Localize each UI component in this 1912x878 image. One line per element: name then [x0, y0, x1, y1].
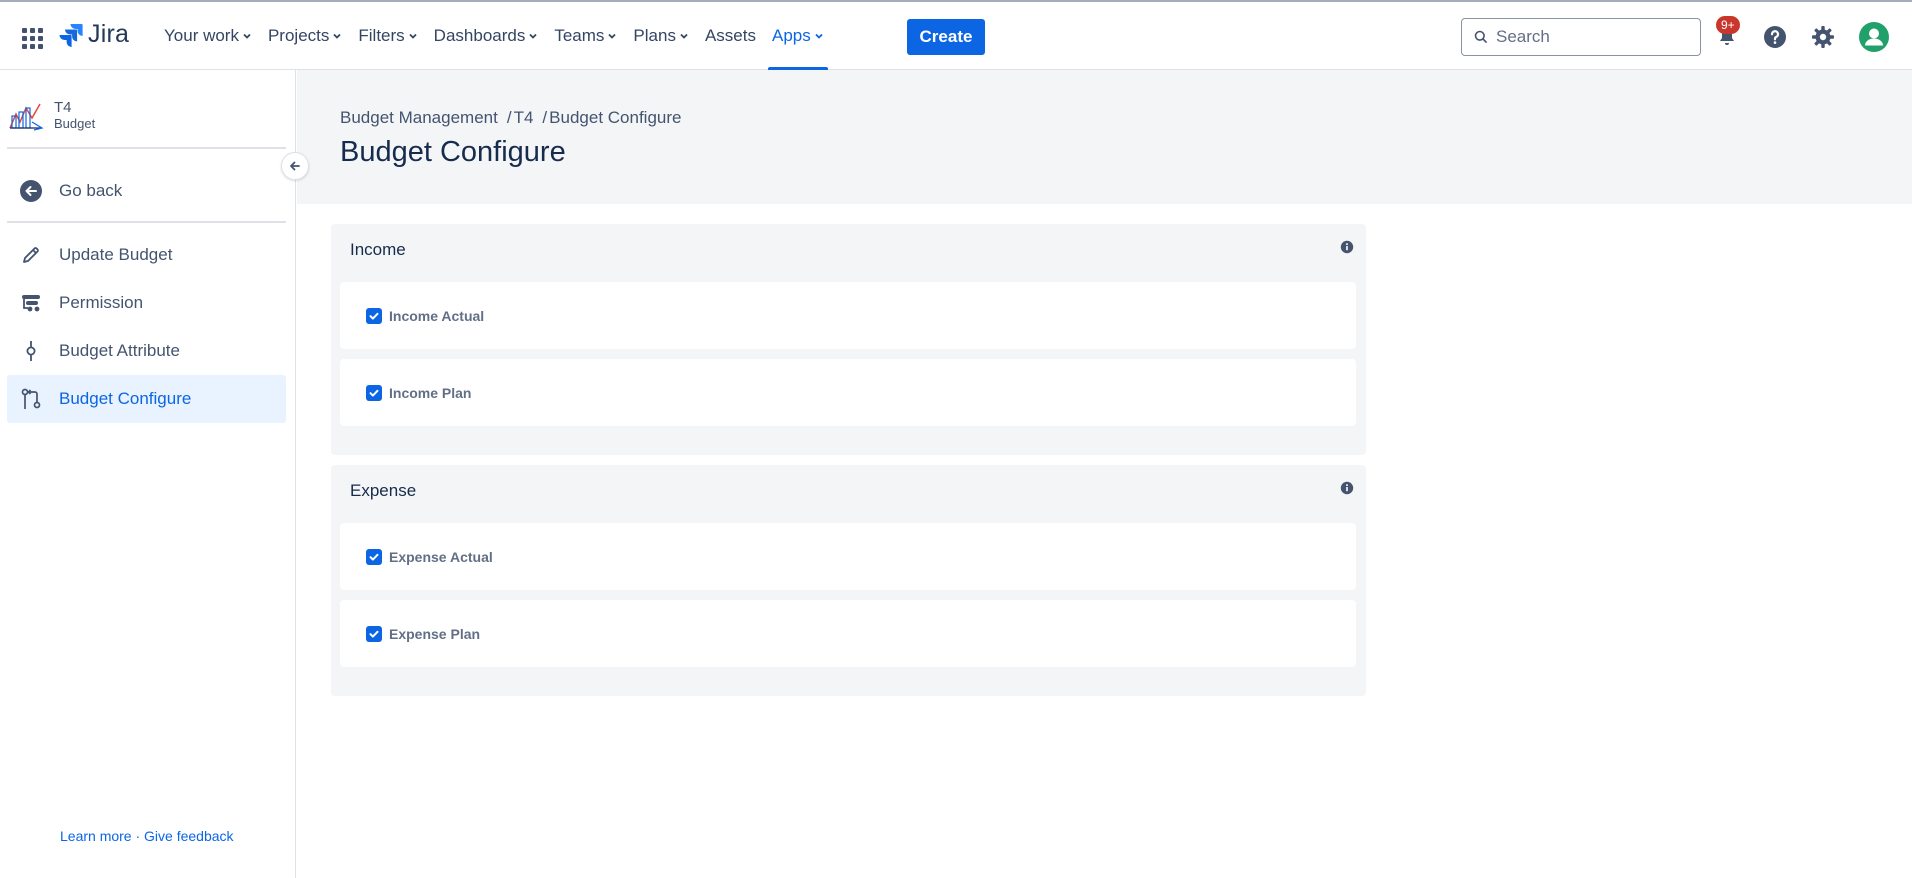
breadcrumb: Budget Management / T4 / Budget Configur…	[340, 108, 681, 128]
income-actual-row: Income Actual	[340, 282, 1356, 349]
user-avatar-icon[interactable]	[1858, 21, 1890, 53]
nav-assets[interactable]: Assets	[697, 2, 764, 70]
top-navigation-bar: Jira Your work Projects Filters Dashboar…	[0, 2, 1912, 70]
chevron-down-icon	[409, 33, 417, 39]
checkbox-label: Income Actual	[389, 307, 485, 324]
sidebar-divider	[7, 147, 286, 149]
chevron-down-icon	[815, 33, 823, 39]
nav-plans[interactable]: Plans	[625, 2, 697, 70]
pencil-icon	[19, 243, 43, 267]
breadcrumb-separator: /	[542, 108, 548, 127]
nav-label: Projects	[267, 26, 330, 45]
income-section: Income Income Actual Income Plan	[331, 224, 1366, 455]
search-icon	[1474, 30, 1488, 44]
arrow-left-icon	[290, 161, 300, 171]
nav-label: Plans	[633, 26, 676, 45]
checkmark-icon	[369, 630, 379, 638]
jira-logo[interactable]: Jira	[58, 20, 129, 49]
help-icon[interactable]	[1762, 24, 1788, 50]
project-name: T4	[54, 99, 72, 116]
breadcrumb-separator: /	[506, 108, 512, 127]
checkmark-icon	[369, 389, 379, 397]
nav-label: Your work	[164, 26, 239, 45]
commit-icon	[19, 339, 43, 363]
jira-logo-icon	[59, 23, 83, 47]
arrow-left-circle-icon	[19, 179, 43, 203]
go-back-button[interactable]: Go back	[7, 167, 286, 215]
settings-gear-icon[interactable]	[1810, 24, 1836, 50]
search-input[interactable]	[1496, 27, 1686, 47]
nav-dashboards[interactable]: Dashboards	[426, 2, 547, 70]
sidebar-item-budget-attribute[interactable]: Budget Attribute	[7, 327, 286, 375]
permission-icon	[19, 291, 43, 315]
income-plan-checkbox[interactable]	[366, 384, 382, 401]
learn-more-link[interactable]: Learn more	[60, 828, 132, 844]
collapse-sidebar-button[interactable]	[281, 152, 309, 180]
nav-teams[interactable]: Teams	[546, 2, 625, 70]
sidebar-item-label: Budget Attribute	[59, 341, 180, 360]
checkbox-label: Expense Plan	[389, 625, 481, 642]
nav-label: Teams	[554, 26, 605, 45]
income-actual-checkbox[interactable]	[366, 307, 382, 324]
go-back-label: Go back	[59, 181, 123, 200]
chevron-down-icon	[529, 33, 537, 39]
info-icon[interactable]	[1340, 240, 1354, 254]
sidebar: T4 Budget Go back Update Budget Permissi…	[0, 70, 309, 878]
create-button[interactable]: Create	[907, 19, 985, 55]
expense-actual-checkbox[interactable]	[366, 548, 382, 565]
checkbox-label: Income Plan	[389, 384, 472, 401]
sidebar-item-update-budget[interactable]: Update Budget	[7, 231, 286, 279]
income-plan-row: Income Plan	[340, 359, 1356, 426]
expense-section: Expense Expense Actual Expense Plan	[331, 465, 1366, 696]
chevron-down-icon	[680, 33, 688, 39]
search-box[interactable]	[1461, 18, 1701, 56]
expense-plan-row: Expense Plan	[340, 600, 1356, 667]
nav-label: Dashboards	[433, 26, 526, 45]
expense-plan-checkbox[interactable]	[366, 625, 382, 642]
app-switcher-icon[interactable]	[20, 26, 44, 50]
project-header[interactable]: T4 Budget	[8, 100, 95, 132]
info-icon[interactable]	[1340, 481, 1354, 495]
project-type: Budget	[54, 116, 96, 131]
sidebar-footer: Learn more · Give feedback	[60, 828, 234, 844]
sidebar-item-budget-configure[interactable]: Budget Configure	[7, 375, 286, 423]
branch-icon	[19, 387, 43, 411]
nav-apps[interactable]: Apps	[764, 2, 832, 70]
give-feedback-link[interactable]: Give feedback	[144, 828, 234, 844]
chevron-down-icon	[243, 33, 251, 39]
page-title: Budget Configure	[340, 136, 566, 168]
sidebar-divider	[7, 221, 286, 223]
nav-label: Filters	[358, 26, 405, 45]
chevron-down-icon	[608, 33, 617, 39]
nav-projects[interactable]: Projects	[260, 2, 350, 70]
jira-logo-text: Jira	[88, 20, 130, 48]
expense-actual-row: Expense Actual	[340, 523, 1356, 590]
nav-label: Assets	[704, 26, 756, 45]
footer-separator: ·	[135, 828, 141, 844]
breadcrumb-item[interactable]: Budget Configure	[549, 108, 681, 128]
chevron-down-icon	[333, 33, 342, 39]
breadcrumb-item[interactable]: Budget Management	[340, 108, 498, 128]
section-title: Expense	[350, 481, 417, 500]
budget-project-icon	[9, 103, 44, 131]
nav-label: Apps	[771, 26, 811, 45]
notifications-badge: 9+	[1716, 16, 1740, 34]
nav-filters[interactable]: Filters	[350, 2, 425, 70]
primary-nav: Your work Projects Filters Dashboards Te…	[156, 2, 832, 70]
sidebar-item-label: Budget Configure	[59, 389, 192, 408]
section-title: Income	[350, 240, 406, 259]
sidebar-item-label: Permission	[59, 293, 144, 312]
nav-your-work[interactable]: Your work	[156, 2, 260, 70]
checkmark-icon	[369, 312, 379, 320]
sidebar-item-label: Update Budget	[59, 245, 173, 264]
checkbox-label: Expense Actual	[389, 548, 493, 565]
breadcrumb-item[interactable]: T4	[514, 108, 534, 128]
sidebar-item-permission[interactable]: Permission	[7, 279, 286, 327]
checkmark-icon	[369, 553, 379, 561]
